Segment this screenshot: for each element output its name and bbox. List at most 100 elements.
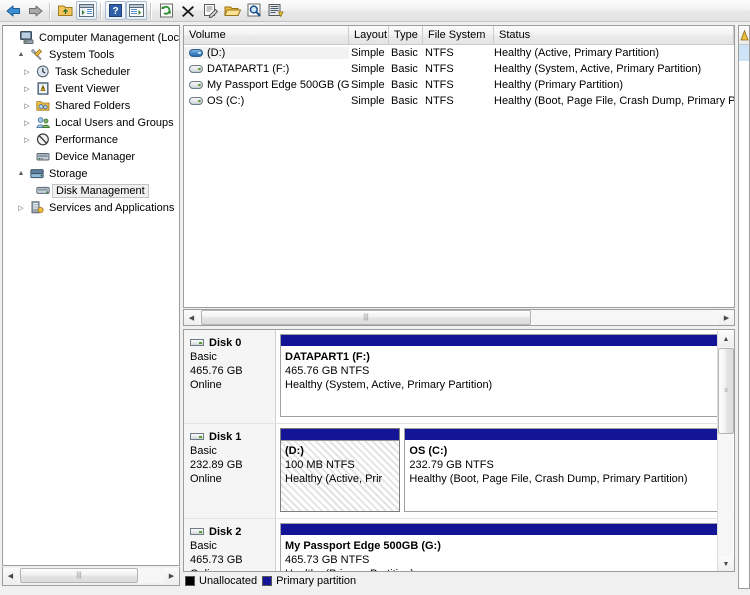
table-row[interactable]: My Passport Edge 500GB (G:) Simple Basic… [184,77,734,93]
partition-block[interactable]: OS (C:) 232.79 GB NTFS Healthy (Boot, Pa… [404,428,730,512]
chevron-right-icon[interactable]: ▷ [21,136,33,144]
scroll-thumb[interactable]: ||| [20,568,138,583]
actions-pane-header [739,26,749,45]
layout-cell: Simple [351,47,385,59]
chevron-down-icon[interactable]: ▲ [15,170,27,177]
partition-size: 232.79 GB NTFS [409,459,494,471]
partition-size: 465.76 GB NTFS [285,365,370,377]
table-row[interactable]: OS (C:) Simple Basic NTFS Healthy (Boot,… [184,93,734,109]
type-cell: Basic [391,47,418,59]
tree-item-shared-folders[interactable]: ▷ Shared Folders [3,97,179,114]
rescan-disks-icon[interactable] [265,1,287,21]
show-hide-console-tree-icon[interactable] [76,1,97,20]
volume-list-horizontal-scrollbar[interactable]: ◀ ||| ▶ [183,309,735,326]
disk-view-vertical-scrollbar[interactable]: ▲ ≡ ▼ [717,331,734,571]
status-cell: Healthy (System, Active, Primary Partiti… [494,63,702,75]
svg-text:?: ? [112,6,118,17]
partition-block[interactable]: (D:) 100 MB NTFS Healthy (Active, Prir [280,428,401,512]
volume-cell: OS (C:) [184,95,349,107]
back-icon[interactable] [2,1,24,21]
tree-item-label: Device Manager [55,150,136,163]
console-tree: Computer Management (Local ▲ System Tool… [3,26,179,216]
column-header-type[interactable]: Type [389,26,423,44]
partition-name: DATAPART1 (F:) [285,351,370,363]
chevron-right-icon[interactable]: ▷ [15,204,27,212]
users-icon [35,116,51,130]
column-header-volume[interactable]: Volume [184,26,349,44]
file-system-cell: NTFS [425,47,454,59]
scroll-left-arrow[interactable]: ◀ [3,568,18,583]
disk-icon [190,527,206,537]
show-hide-action-pane-icon[interactable] [126,1,147,20]
sidebar-item-disk-management[interactable]: Disk Management [3,182,179,199]
unallocated-swatch [185,576,195,586]
tree-item-device-manager[interactable]: Device Manager [3,148,179,165]
volume-cell: DATAPART1 (F:) [184,63,349,75]
actions-pane [738,25,750,589]
partition-block[interactable]: My Passport Edge 500GB (G:) 465.73 GB NT… [280,523,730,571]
column-header-status[interactable]: Status [494,26,734,44]
clock-icon [35,65,51,79]
scroll-track[interactable]: ||| [18,568,164,583]
tree-item-label: Local Users and Groups [55,116,174,129]
tree-item-system-tools[interactable]: ▲ System Tools [3,46,179,63]
scroll-thumb[interactable]: ||| [201,310,531,325]
disk-row[interactable]: Disk 2 Basic 465.73 GB Online My Passpor… [184,519,734,571]
up-one-level-icon[interactable] [54,1,76,21]
search-icon[interactable] [243,1,265,21]
scroll-up-arrow[interactable]: ▲ [718,331,734,347]
drive-icon [188,95,204,107]
scroll-track[interactable]: ||| [199,310,719,325]
tree-item-event-viewer[interactable]: ▷ Event Viewer [3,80,179,97]
layout-cell: Simple [351,79,385,91]
toolbar-separator-2 [100,2,102,19]
table-row[interactable]: (D:) Simple Basic NTFS Healthy (Active, … [184,45,734,61]
disk-size: 465.73 GB [190,554,243,566]
computer-management-window: ? Computer Management (Local ▲ System To… [0,0,750,595]
delete-icon[interactable] [177,1,199,21]
column-header-layout[interactable]: Layout [349,26,389,44]
tree-item-performance[interactable]: ▷ Performance [3,131,179,148]
scroll-right-arrow[interactable]: ▶ [164,568,179,583]
tree-item-local-users-and-groups[interactable]: ▷ Local Users and Groups [3,114,179,131]
event-viewer-icon [35,82,51,96]
tree-item-storage[interactable]: ▲ Storage [3,165,179,182]
toolbar: ? [0,0,750,22]
tree-horizontal-scrollbar[interactable]: ◀ ||| ▶ [2,567,180,586]
disk-icon [190,338,206,348]
forward-icon[interactable] [24,1,46,21]
refresh-icon[interactable] [155,1,177,21]
open-folder-icon[interactable] [221,1,243,21]
disk-row[interactable]: Disk 0 Basic 465.76 GB Online DATAPART1 … [184,330,734,424]
chevron-right-icon[interactable]: ▷ [21,85,33,93]
scroll-thumb[interactable]: ≡ [718,348,734,434]
help-icon[interactable]: ? [105,1,126,20]
chevron-right-icon[interactable]: ▷ [21,102,33,110]
disk-title: Disk 0 [190,336,275,350]
table-row[interactable]: DATAPART1 (F:) Simple Basic NTFS Healthy… [184,61,734,77]
device-manager-icon [35,150,51,164]
actions-icon [740,29,749,40]
partition-name: OS (C:) [409,445,448,457]
scroll-down-arrow[interactable]: ▼ [718,556,734,571]
status-cell: Healthy (Boot, Page File, Crash Dump, Pr… [494,95,734,107]
tree-item-services-and-applications[interactable]: ▷ Services and Applications [3,199,179,216]
scroll-left-arrow[interactable]: ◀ [184,310,199,325]
partition-color-bar [281,335,729,347]
tree-item-computer-management[interactable]: Computer Management (Local [3,29,179,46]
scroll-right-arrow[interactable]: ▶ [719,310,734,325]
chevron-down-icon[interactable]: ▲ [15,51,27,58]
tree-item-task-scheduler[interactable]: ▷ Task Scheduler [3,63,179,80]
column-header-file-system[interactable]: File System [423,26,494,44]
actions-pane-selected-item[interactable] [739,45,749,61]
chevron-right-icon[interactable]: ▷ [21,68,33,76]
disk-type: Basic [190,351,217,363]
partition-block[interactable]: DATAPART1 (F:) 465.76 GB NTFS Healthy (S… [280,334,730,417]
properties-icon[interactable] [199,1,221,21]
computer-icon [19,31,35,45]
chevron-right-icon[interactable]: ▷ [21,119,33,127]
grip-icon: ||| [363,314,369,321]
services-icon [29,201,45,215]
primary-partition-swatch [262,576,273,586]
disk-row[interactable]: Disk 1 Basic 232.89 GB Online (D:) 100 M… [184,424,734,519]
